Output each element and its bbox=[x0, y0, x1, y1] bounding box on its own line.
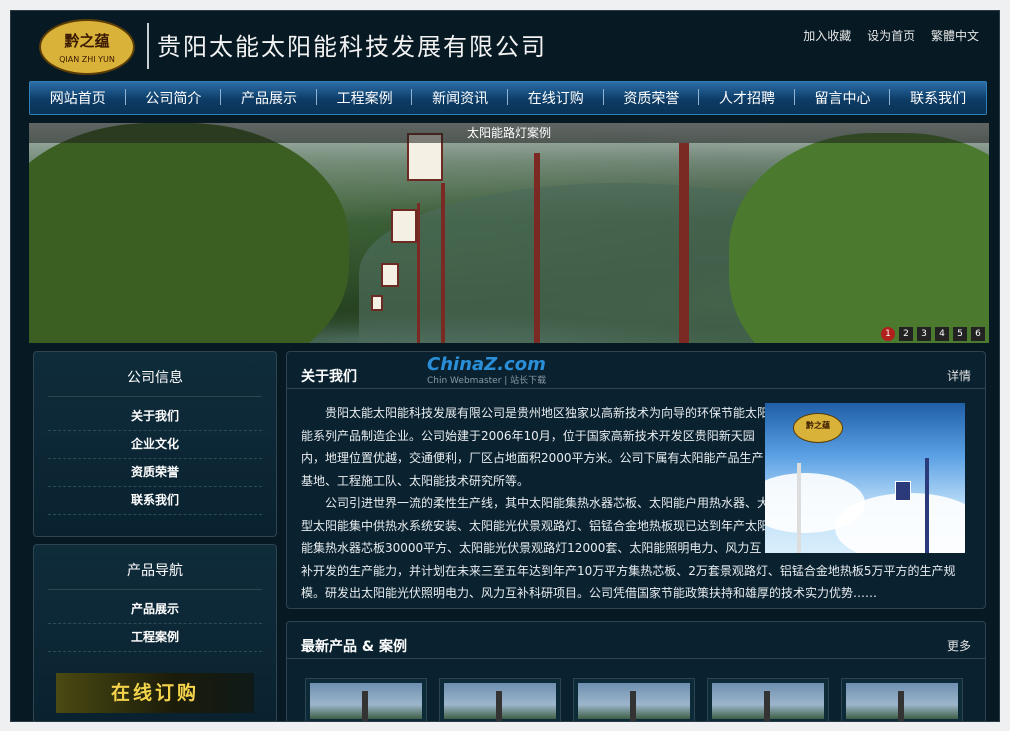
banner-pole bbox=[441, 183, 445, 343]
logo-chinese-text: 黔之蕴 bbox=[64, 32, 110, 50]
sidebar-item-projects[interactable]: 工程案例 bbox=[48, 624, 262, 652]
banner-page-5[interactable]: 5 bbox=[953, 327, 967, 341]
page-frame: 黔之蕴 QIAN ZHI YUN 贵阳太能太阳能科技发展有限公司 加入收藏 设为… bbox=[10, 10, 1000, 722]
nav-products[interactable]: 产品展示 bbox=[221, 88, 317, 108]
banner-pole bbox=[417, 203, 420, 343]
sidebar-item-contact[interactable]: 联系我们 bbox=[48, 487, 262, 515]
product-thumbnail-image bbox=[310, 683, 422, 721]
image-lamp-pole bbox=[797, 463, 801, 553]
about-solar-lamp-image: 黔之蕴 bbox=[765, 403, 965, 553]
logo-english-text: QIAN ZHI YUN bbox=[59, 55, 115, 64]
about-header: 关于我们 ChinaZ.com Chin Webmaster | 站长下载 详情 bbox=[287, 352, 985, 389]
banner-page-3[interactable]: 3 bbox=[917, 327, 931, 341]
company-info-panel: 公司信息 关于我们 企业文化 资质荣誉 联系我们 bbox=[33, 351, 277, 537]
banner-slideshow[interactable]: 太阳能路灯案例 1 2 3 4 5 6 bbox=[29, 123, 989, 343]
nav-contact[interactable]: 联系我们 bbox=[890, 88, 986, 108]
sidebar-item-about-us[interactable]: 关于我们 bbox=[48, 403, 262, 431]
nav-projects[interactable]: 工程案例 bbox=[317, 88, 413, 108]
about-panel: 关于我们 ChinaZ.com Chin Webmaster | 站长下载 详情… bbox=[286, 351, 986, 609]
product-thumbnail[interactable] bbox=[841, 678, 963, 721]
watermark-subtext: Chin Webmaster | 站长下载 bbox=[427, 376, 547, 386]
about-more-link[interactable]: 详情 bbox=[947, 367, 971, 384]
company-logo[interactable]: 黔之蕴 QIAN ZHI YUN bbox=[39, 19, 135, 75]
product-thumbnail[interactable] bbox=[439, 678, 561, 721]
product-thumbnail[interactable] bbox=[573, 678, 695, 721]
banner-street-lamp bbox=[371, 295, 383, 311]
product-thumbnail-image bbox=[578, 683, 690, 721]
nav-news[interactable]: 新闻资讯 bbox=[412, 88, 508, 108]
nav-home[interactable]: 网站首页 bbox=[30, 88, 126, 108]
nav-message-center[interactable]: 留言中心 bbox=[795, 88, 891, 108]
product-thumbnail-image bbox=[712, 683, 824, 721]
banner-street-lamp bbox=[381, 263, 399, 287]
product-nav-panel: 产品导航 产品展示 工程案例 在线订购 bbox=[33, 544, 277, 721]
banner-tree-left bbox=[29, 123, 349, 343]
banner-page-1[interactable]: 1 bbox=[881, 327, 895, 341]
product-thumbnail[interactable] bbox=[305, 678, 427, 721]
sidebar-item-products[interactable]: 产品展示 bbox=[48, 596, 262, 624]
latest-title: 最新产品 & 案例 bbox=[301, 639, 407, 655]
about-title: 关于我们 bbox=[301, 369, 357, 385]
sidebar-item-honors[interactable]: 资质荣誉 bbox=[48, 459, 262, 487]
banner-page-4[interactable]: 4 bbox=[935, 327, 949, 341]
company-info-title: 公司信息 bbox=[48, 352, 262, 397]
image-logo-badge: 黔之蕴 bbox=[793, 413, 843, 443]
add-favorite-link[interactable]: 加入收藏 bbox=[803, 29, 851, 43]
banner-pagination: 1 2 3 4 5 6 bbox=[881, 327, 985, 341]
banner-page-2[interactable]: 2 bbox=[899, 327, 913, 341]
image-lamp-head bbox=[895, 481, 911, 501]
main-nav: 网站首页 公司简介 产品展示 工程案例 新闻资讯 在线订购 资质荣誉 人才招聘 … bbox=[29, 81, 987, 115]
chinaz-watermark: ChinaZ.com Chin Webmaster | 站长下载 bbox=[427, 354, 546, 386]
nav-online-order[interactable]: 在线订购 bbox=[508, 88, 604, 108]
top-links: 加入收藏 设为首页 繁體中文 bbox=[791, 27, 979, 44]
traditional-chinese-link[interactable]: 繁體中文 bbox=[931, 29, 979, 43]
banner-caption: 太阳能路灯案例 bbox=[29, 123, 989, 143]
online-order-button[interactable]: 在线订购 bbox=[56, 673, 254, 713]
product-thumbnail-image bbox=[444, 683, 556, 721]
latest-header: 最新产品 & 案例 更多 bbox=[287, 622, 985, 659]
site-title: 贵阳太能太阳能科技发展有限公司 bbox=[157, 33, 547, 61]
latest-more-link[interactable]: 更多 bbox=[947, 637, 971, 654]
sidebar-item-culture[interactable]: 企业文化 bbox=[48, 431, 262, 459]
product-thumbnail-image bbox=[846, 683, 958, 721]
product-nav-title: 产品导航 bbox=[48, 545, 262, 590]
banner-street-lamp bbox=[391, 209, 417, 243]
nav-recruitment[interactable]: 人才招聘 bbox=[699, 88, 795, 108]
banner-page-6[interactable]: 6 bbox=[971, 327, 985, 341]
banner-pole bbox=[679, 143, 689, 343]
header-divider bbox=[147, 23, 149, 69]
product-thumbnail[interactable] bbox=[707, 678, 829, 721]
nav-company-intro[interactable]: 公司简介 bbox=[126, 88, 222, 108]
watermark-text: ChinaZ.com bbox=[427, 354, 546, 375]
banner-tree-right bbox=[729, 133, 989, 343]
banner-pole bbox=[534, 153, 540, 343]
set-homepage-link[interactable]: 设为首页 bbox=[867, 29, 915, 43]
latest-thumbnails bbox=[305, 678, 963, 721]
nav-honors[interactable]: 资质荣誉 bbox=[604, 88, 700, 108]
image-lamp-pole bbox=[925, 458, 929, 553]
latest-products-panel: 最新产品 & 案例 更多 bbox=[286, 621, 986, 721]
